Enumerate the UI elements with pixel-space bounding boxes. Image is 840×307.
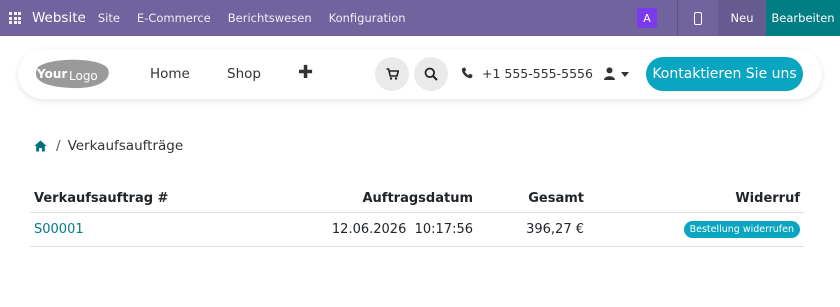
order-link[interactable]: S00001 [34,222,84,237]
nav-shop-link[interactable]: Shop [227,66,261,82]
user-icon[interactable] [604,67,615,80]
search-icon [424,67,438,81]
search-button[interactable] [414,57,448,91]
logo-text-bold: Your [36,67,67,81]
home-icon[interactable] [34,140,47,152]
nav-home-link[interactable]: Home [150,66,190,82]
menu-item-reporting[interactable]: Berichtswesen [228,11,312,25]
app-title[interactable]: Website [32,10,86,26]
company-logo[interactable]: Your Logo [32,59,110,89]
cancel-order-button[interactable]: Bestellung widerrufen [683,220,800,238]
breadcrumb-separator: / [56,138,61,154]
user-avatar[interactable]: A [637,8,657,28]
order-cancel-cell: Bestellung widerrufen [588,212,804,247]
new-button[interactable]: Neu [718,0,766,36]
order-total: 396,27 € [477,212,588,247]
mobile-phone-icon [694,11,702,25]
table-header-row: Verkaufsauftrag # Auftragsdatum Gesamt W… [30,186,804,213]
apps-grid-icon[interactable] [0,0,30,36]
order-date-cell: 12.06.2026 10:17:56 [258,212,477,247]
edit-button[interactable]: Bearbeiten [766,0,840,36]
order-date: 12.06.2026 [331,221,407,237]
cart-icon [386,68,399,80]
website-header: Your Logo Home Shop ✚ +1 555-555-5556 Ko… [18,49,822,99]
contact-us-button[interactable]: Kontaktieren Sie uns [646,57,803,91]
breadcrumb: / Verkaufsaufträge [34,138,183,154]
logo-text: Logo [69,69,98,83]
table-row[interactable]: S00001 12.06.2026 10:17:56 396,27 € Best… [30,212,804,247]
breadcrumb-current: Verkaufsaufträge [67,138,184,154]
phone-icon [461,67,473,79]
admin-top-bar: Website Site E-Commerce Berichtswesen Ko… [0,0,840,36]
order-time: 10:17:56 [414,221,473,237]
phone-number[interactable]: +1 555-555-5556 [482,66,593,81]
admin-actions: A Neu Bearbeiten [637,0,840,36]
column-order-number: Verkaufsauftrag # [30,186,258,213]
menu-item-configuration[interactable]: Konfiguration [329,11,406,25]
cart-button[interactable] [375,57,409,91]
sales-orders-table: Verkaufsauftrag # Auftragsdatum Gesamt W… [30,186,804,247]
column-total: Gesamt [477,186,588,213]
mobile-preview-button[interactable] [678,0,718,36]
column-order-date: Auftragsdatum [258,186,477,213]
menu-item-site[interactable]: Site [98,11,120,25]
caret-down-icon[interactable] [621,72,629,77]
order-number-cell: S00001 [30,212,258,247]
column-cancellation: Widerruf [588,186,804,213]
add-page-icon[interactable]: ✚ [298,62,313,83]
menu-item-ecommerce[interactable]: E-Commerce [137,11,211,25]
